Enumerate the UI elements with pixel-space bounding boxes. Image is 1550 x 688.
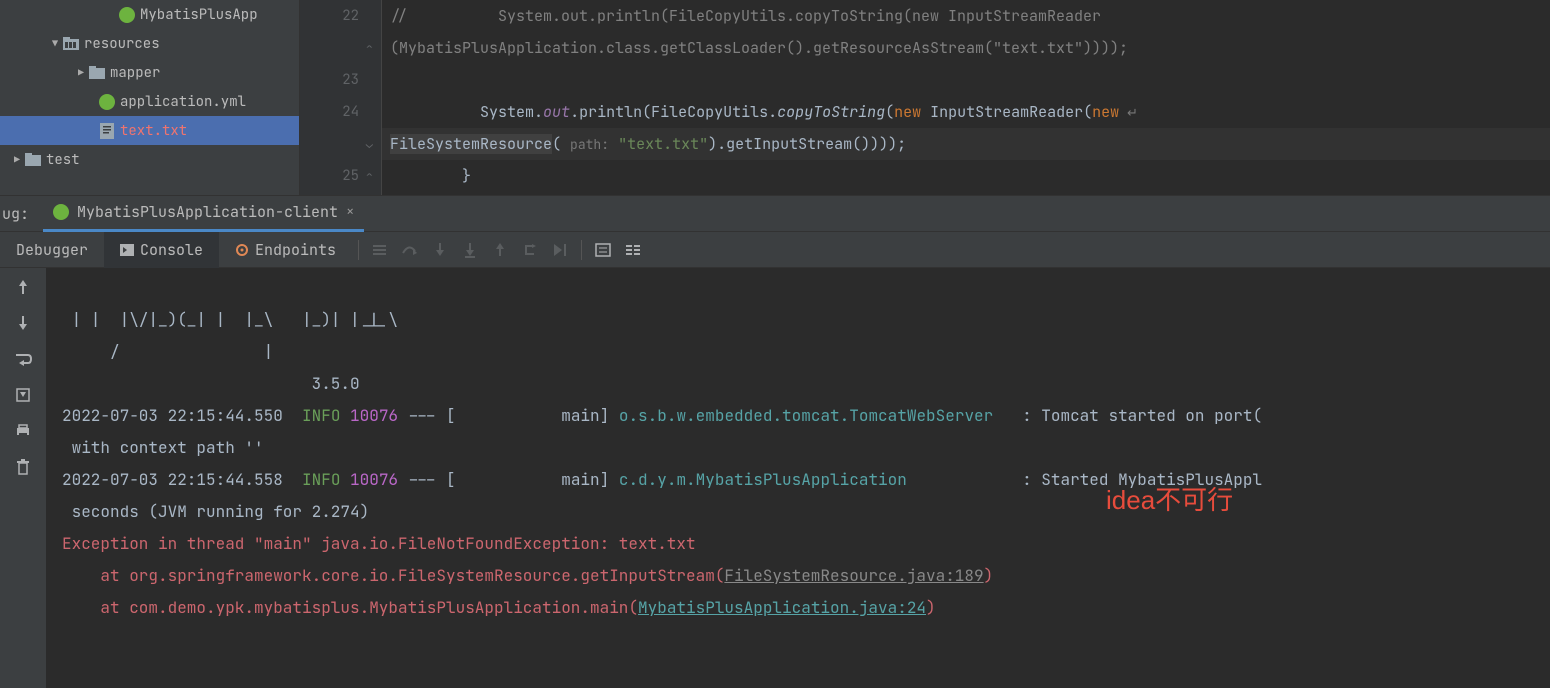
text-file-icon (98, 123, 116, 139)
tree-label: resources (84, 35, 160, 53)
console-output[interactable]: | | |\/|_)(_| | |_\ |_)| |_|_\ / | 3.5.0… (46, 268, 1550, 688)
tree-item-class[interactable]: MybatisPlusApp (0, 0, 299, 29)
run-config-tabs: ug: MybatisPlusApplication-client × (0, 196, 1550, 232)
folder-icon (88, 66, 106, 79)
tree-item-resources[interactable]: ▼ resources (0, 29, 299, 58)
debug-toolbar: Debugger Console Endpoints (0, 232, 1550, 268)
code-pane[interactable]: // System.out.println(FileCopyUtils.copy… (382, 0, 1550, 195)
code-text: (MybatisPlusApplication.class.getClassLo… (390, 38, 1128, 58)
step-over-icon[interactable] (395, 235, 425, 265)
tree-label: application.yml (120, 93, 246, 111)
run-to-cursor-icon[interactable] (545, 235, 575, 265)
tree-item-test[interactable]: ▶ test (0, 145, 299, 174)
folder-icon (24, 153, 42, 166)
fold-icon[interactable]: ⌃ (366, 168, 373, 184)
tree-item-text-txt[interactable]: text.txt (0, 116, 299, 145)
console-gutter (0, 268, 46, 688)
tree-item-mapper[interactable]: ▶ mapper (0, 58, 299, 87)
code-text: // System.out.println(FileCopyUtils.copy… (390, 6, 1101, 26)
console-icon (120, 244, 134, 256)
tab-endpoints[interactable]: Endpoints (219, 232, 352, 268)
scroll-up-icon[interactable] (10, 274, 36, 300)
chevron-right-icon[interactable]: ▶ (74, 66, 88, 79)
force-step-into-icon[interactable] (455, 235, 485, 265)
tree-label: text.txt (120, 122, 187, 140)
scroll-down-icon[interactable] (10, 310, 36, 336)
debug-tool-window: ug: MybatisPlusApplication-client × Debu… (0, 195, 1550, 623)
editor-gutter: 22 ⌃ 23 24 ⌄ 25 ⌃ (300, 0, 382, 195)
line-number: 23 (342, 71, 359, 89)
stacktrace-link[interactable]: FileSystemResource.java:189 (724, 565, 983, 586)
scroll-to-end-icon[interactable] (10, 382, 36, 408)
step-out-icon[interactable] (485, 235, 515, 265)
drop-frame-icon[interactable] (515, 235, 545, 265)
tree-item-application-yml[interactable]: application.yml (0, 87, 299, 116)
resources-folder-icon (62, 37, 80, 50)
tab-debugger[interactable]: Debugger (0, 232, 104, 268)
close-icon[interactable]: × (346, 203, 354, 221)
debug-panel-title: ug: (0, 204, 43, 224)
evaluate-expression-icon[interactable] (588, 235, 618, 265)
print-icon[interactable] (10, 418, 36, 444)
stacktrace-link[interactable]: MybatisPlusApplication.java:24 (638, 597, 926, 618)
tree-label: MybatisPlusApp (140, 6, 258, 24)
spring-icon (53, 204, 69, 220)
tree-label: test (46, 151, 80, 169)
tree-label: mapper (110, 64, 160, 82)
show-execution-point-icon[interactable] (365, 235, 395, 265)
line-number: 22 (342, 7, 359, 25)
line-number: 24 (342, 103, 359, 121)
soft-wrap-icon[interactable] (10, 346, 36, 372)
annotation-overlay: idea不可行 (1106, 484, 1233, 516)
tab-console[interactable]: Console (104, 232, 219, 268)
trace-current-stream-icon[interactable] (618, 235, 648, 265)
clear-all-icon[interactable] (10, 454, 36, 480)
line-number: 25 (342, 167, 359, 185)
chevron-right-icon[interactable]: ▶ (10, 153, 24, 166)
project-tree[interactable]: MybatisPlusApp ▼ resources ▶ mapper appl… (0, 0, 300, 195)
code-highlight: FileSystemResource (390, 134, 552, 154)
fold-icon[interactable]: ⌃ (366, 40, 373, 56)
endpoints-icon (235, 243, 249, 257)
run-config-tab[interactable]: MybatisPlusApplication-client × (43, 196, 364, 232)
chevron-down-icon[interactable]: ▼ (48, 37, 62, 50)
code-editor[interactable]: 22 ⌃ 23 24 ⌄ 25 ⌃ // System.out.println(F… (300, 0, 1550, 195)
run-config-name: MybatisPlusApplication-client (77, 202, 338, 222)
fold-icon[interactable]: ⌄ (366, 136, 373, 152)
step-into-icon[interactable] (425, 235, 455, 265)
class-icon (118, 7, 136, 23)
code-text: } (390, 166, 471, 186)
yml-icon (98, 94, 116, 110)
